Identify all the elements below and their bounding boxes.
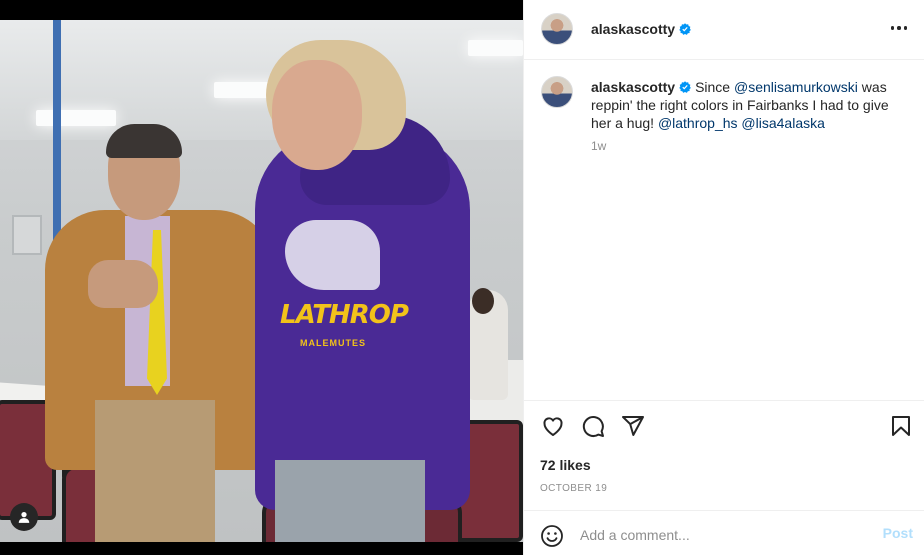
caption-username[interactable]: alaskascotty xyxy=(591,79,691,95)
hoodie-text: LATHROP xyxy=(280,300,409,330)
mention-link[interactable]: @lathrop_hs xyxy=(658,115,738,131)
emoji-icon[interactable] xyxy=(540,524,564,548)
malemute-logo xyxy=(285,220,380,290)
man-hand xyxy=(88,260,158,308)
likes-count[interactable]: 72 likes xyxy=(540,457,591,473)
caption: alaskascotty Since @senlisamurkowski was … xyxy=(591,78,911,132)
comment-icon[interactable] xyxy=(580,413,606,439)
caption-area: alaskascotty Since @senlisamurkowski was … xyxy=(524,60,924,400)
header-username[interactable]: alaskascotty xyxy=(591,21,691,37)
action-bar: 72 likes OCTOBER 19 xyxy=(524,400,924,510)
ceiling-light xyxy=(36,110,116,126)
hoodie-subtext: MALEMUTES xyxy=(300,338,366,348)
ceiling-light xyxy=(468,40,523,56)
user-tag-icon[interactable] xyxy=(10,503,38,531)
timestamp[interactable]: 1w xyxy=(591,139,606,153)
comment-bar: Post xyxy=(524,510,924,555)
post-button[interactable]: Post xyxy=(883,525,913,541)
avatar[interactable] xyxy=(541,76,573,108)
avatar[interactable] xyxy=(541,13,573,45)
bookmark-icon[interactable] xyxy=(888,413,914,439)
wall-sign xyxy=(12,215,42,255)
post-panel: alaskascotty alaskascotty Since @senlisam… xyxy=(523,0,924,555)
man-hair xyxy=(106,124,182,158)
username-text[interactable]: alaskascotty xyxy=(591,21,675,37)
post-header: alaskascotty xyxy=(524,0,924,60)
mention-link[interactable]: @lisa4alaska xyxy=(741,115,824,131)
photo-scene: LATHROP MALEMUTES xyxy=(0,20,523,542)
heart-icon[interactable] xyxy=(540,413,566,439)
woman-face xyxy=(272,60,362,170)
woman-pants xyxy=(275,460,425,542)
caption-text: Since xyxy=(695,79,734,95)
paper-plane-icon[interactable] xyxy=(620,413,646,439)
background-person-head xyxy=(472,288,494,314)
verified-badge-icon xyxy=(679,23,691,35)
man-pants xyxy=(95,400,215,542)
mention-link[interactable]: @senlisamurkowski xyxy=(734,79,858,95)
comment-input[interactable] xyxy=(580,523,870,547)
verified-badge-icon xyxy=(679,81,691,93)
more-icon[interactable] xyxy=(889,18,909,38)
post-date[interactable]: OCTOBER 19 xyxy=(540,483,607,494)
post-photo[interactable]: LATHROP MALEMUTES xyxy=(0,0,523,555)
